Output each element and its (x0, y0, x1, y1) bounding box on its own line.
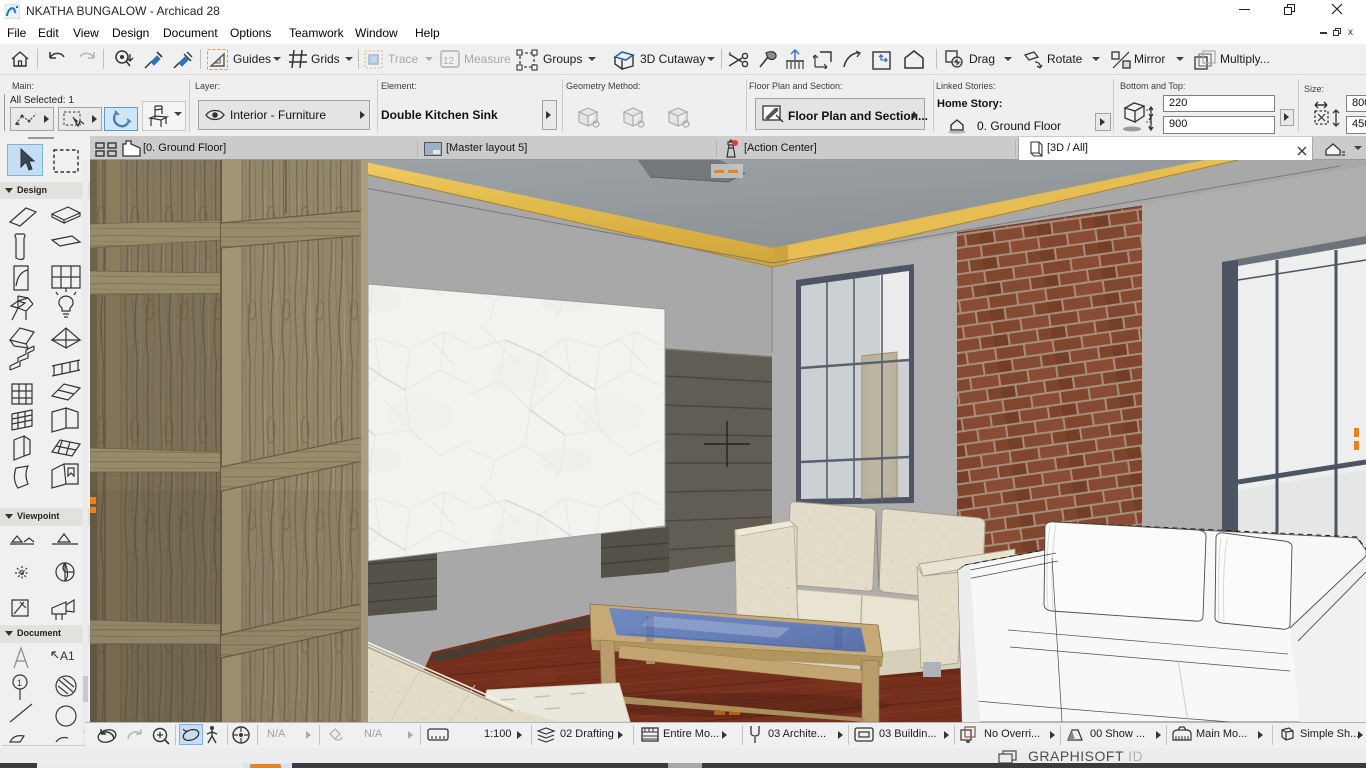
svg-text:1: 1 (17, 678, 22, 688)
svg-text:A1: A1 (60, 649, 75, 663)
svg-text:12: 12 (443, 56, 455, 67)
